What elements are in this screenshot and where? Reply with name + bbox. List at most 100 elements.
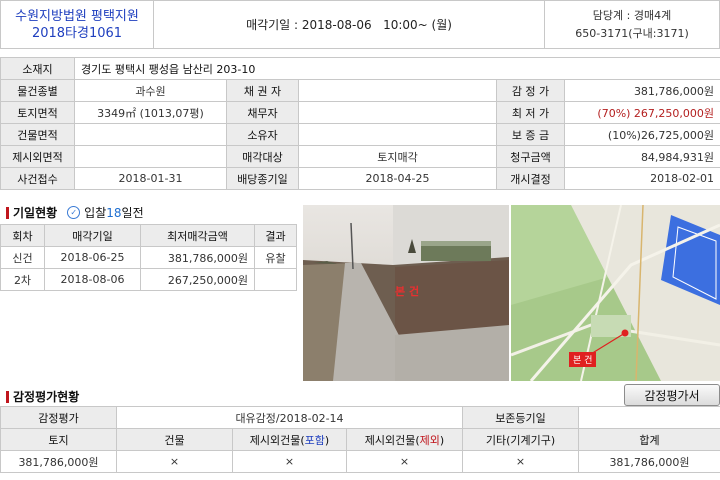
history-round: 신건 [0, 246, 45, 269]
history-table: 회차 매각기일 최저매각금액 결과 신건 2018-06-25 381,786,000원 유찰… [0, 224, 297, 291]
history-header-row: 회차 매각기일 최저매각금액 결과 [0, 224, 297, 247]
appraisal-header-row: 토지 건물 제시외건물(포함) 제시외건물(제외) 기타(기계기구) 합계 [0, 428, 720, 451]
location-map[interactable]: 본 건 [511, 205, 720, 381]
history-title-bar: 기일현황 ✓ 입찰18일전 [6, 204, 144, 221]
appraisal-title: 감정평가현황 [13, 390, 80, 404]
min-price-value: (70%) 267,250,000원 [563, 101, 720, 124]
debtor-value [298, 101, 497, 124]
history-sale-date: 2018-06-25 [44, 246, 141, 269]
header-result: 결과 [254, 224, 297, 247]
case-number: 2018타경1061 [31, 25, 123, 41]
info-row: 사건접수 2018-01-31 배당종기일 2018-04-25 개시결정 2018-02… [0, 167, 720, 190]
bid-countdown-prefix: 입찰 [84, 206, 107, 220]
bid-countdown-days: 18 [106, 206, 122, 220]
header-total: 합계 [578, 428, 720, 451]
value-extra-included: × [232, 450, 347, 473]
info-row: 건물면적 소유자 보 증 금 (10%)26,725,000원 [0, 123, 720, 146]
appraisal-report-button[interactable]: 감정평가서 [624, 384, 720, 406]
header-min-price: 최저매각금액 [140, 224, 255, 247]
court-box: 수원지방법원 평택지원 2018타경1061 [1, 1, 154, 48]
type-label: 물건종별 [0, 79, 75, 102]
address-row: 소재지 경기도 평택시 팽성읍 남산리 203-10 [0, 57, 720, 80]
land-area-value: 3349㎡ (1013,07평) [74, 101, 227, 124]
sale-target-label: 매각대상 [226, 145, 299, 168]
appraisal-info-row: 감정평가 대유감정/2018-02-14 보존등기일 [0, 406, 720, 429]
extra-area-value [74, 145, 227, 168]
header-extra-excluded: 제시외건물(제외) [346, 428, 463, 451]
contact-box: 담당계 : 경매4계 650-3171(구내:3171) [545, 1, 719, 48]
appraisal-label: 감정평가 [0, 406, 117, 429]
header-other: 기타(기계기구) [462, 428, 579, 451]
header-round: 회차 [0, 224, 45, 247]
info-row: 물건종별 과수원 채 권 자 감 정 가 381,786,000원 [0, 79, 720, 102]
appraised-label: 감 정 가 [496, 79, 565, 102]
property-photo[interactable]: 본 건 [303, 205, 509, 381]
section-marker [6, 390, 9, 403]
sale-date: 매각기일 : 2018-08-06 10:00~ (월) [246, 18, 452, 32]
debtor-label: 채무자 [226, 101, 299, 124]
bid-countdown: 입찰18일전 [84, 204, 143, 221]
history-round: 2차 [0, 268, 45, 291]
property-info-table: 소재지 경기도 평택시 팽성읍 남산리 203-10 물건종별 과수원 채 권 자 감… [0, 57, 720, 190]
info-row: 제시외면적 매각대상 토지매각 청구금액 84,984,931원 [0, 145, 720, 168]
header-extra-included: 제시외건물(포함) [232, 428, 347, 451]
case-received-label: 사건접수 [0, 167, 75, 190]
value-building: × [116, 450, 233, 473]
address-label: 소재지 [0, 57, 75, 80]
registration-date-value [578, 406, 720, 429]
building-area-label: 건물면적 [0, 123, 75, 146]
history-min-price: 381,786,000원 [140, 246, 255, 269]
bid-countdown-suffix: 일전 [121, 206, 144, 220]
creditor-label: 채 권 자 [226, 79, 299, 102]
case-header: 수원지방법원 평택지원 2018타경1061 매각기일 : 2018-08-06… [0, 0, 720, 49]
claim-label: 청구금액 [496, 145, 565, 168]
start-decision-value: 2018-02-01 [563, 167, 720, 190]
land-area-label: 토지면적 [0, 101, 75, 124]
phone-number: 650-3171(구내:3171) [575, 26, 689, 40]
value-total: 381,786,000원 [578, 450, 720, 473]
min-price-label: 최 저 가 [496, 101, 565, 124]
value-land: 381,786,000원 [0, 450, 117, 473]
value-other: × [462, 450, 579, 473]
case-received-value: 2018-01-31 [74, 167, 227, 190]
header-building: 건물 [116, 428, 233, 451]
history-title: 기일현황 [13, 206, 58, 220]
value-extra-excluded: × [346, 450, 463, 473]
building-area-value [74, 123, 227, 146]
type-value: 과수원 [74, 79, 227, 102]
history-result: 유찰 [254, 246, 297, 269]
extra-area-label: 제시외면적 [0, 145, 75, 168]
sale-date-box: 매각기일 : 2018-08-06 10:00~ (월) [154, 1, 545, 48]
department: 담당계 : 경매4계 [592, 8, 672, 22]
registration-date-label: 보존등기일 [462, 406, 579, 429]
appraised-value: 381,786,000원 [563, 79, 720, 102]
deposit-label: 보 증 금 [496, 123, 565, 146]
address-value: 경기도 평택시 팽성읍 남산리 203-10 [73, 57, 720, 80]
header-sale-date: 매각기일 [44, 224, 141, 247]
start-decision-label: 개시결정 [496, 167, 565, 190]
info-row: 토지면적 3349㎡ (1013,07평) 채무자 최 저 가 (70%) 267,25… [0, 101, 720, 124]
history-sale-date: 2018-08-06 [44, 268, 141, 291]
appraisal-value-row: 381,786,000원 × × × × 381,786,000원 [0, 450, 720, 473]
dividend-deadline-value: 2018-04-25 [298, 167, 497, 190]
photo-label: 본 건 [395, 285, 420, 298]
location-map-image [511, 205, 720, 381]
history-min-price: 267,250,000원 [140, 268, 255, 291]
header-land: 토지 [0, 428, 117, 451]
appraisal-table: 감정평가 대유감정/2018-02-14 보존등기일 토지 건물 제시외건물(포… [0, 406, 720, 473]
history-row: 2차 2018-08-06 267,250,000원 [0, 268, 297, 291]
appraisal-agency: 대유감정/2018-02-14 [116, 406, 463, 429]
history-result [254, 268, 297, 291]
check-icon: ✓ [67, 206, 81, 219]
claim-value: 84,984,931원 [563, 145, 720, 168]
sale-target-value: 토지매각 [298, 145, 497, 168]
deposit-value: (10%)26,725,000원 [563, 123, 720, 146]
section-marker [6, 206, 9, 219]
appraisal-title-bar: 감정평가현황 [6, 388, 79, 405]
dividend-deadline-label: 배당종기일 [226, 167, 299, 190]
history-row: 신건 2018-06-25 381,786,000원 유찰 [0, 246, 297, 269]
owner-value [298, 123, 497, 146]
court-name: 수원지방법원 평택지원 [15, 8, 139, 24]
owner-label: 소유자 [226, 123, 299, 146]
creditor-value [298, 79, 497, 102]
